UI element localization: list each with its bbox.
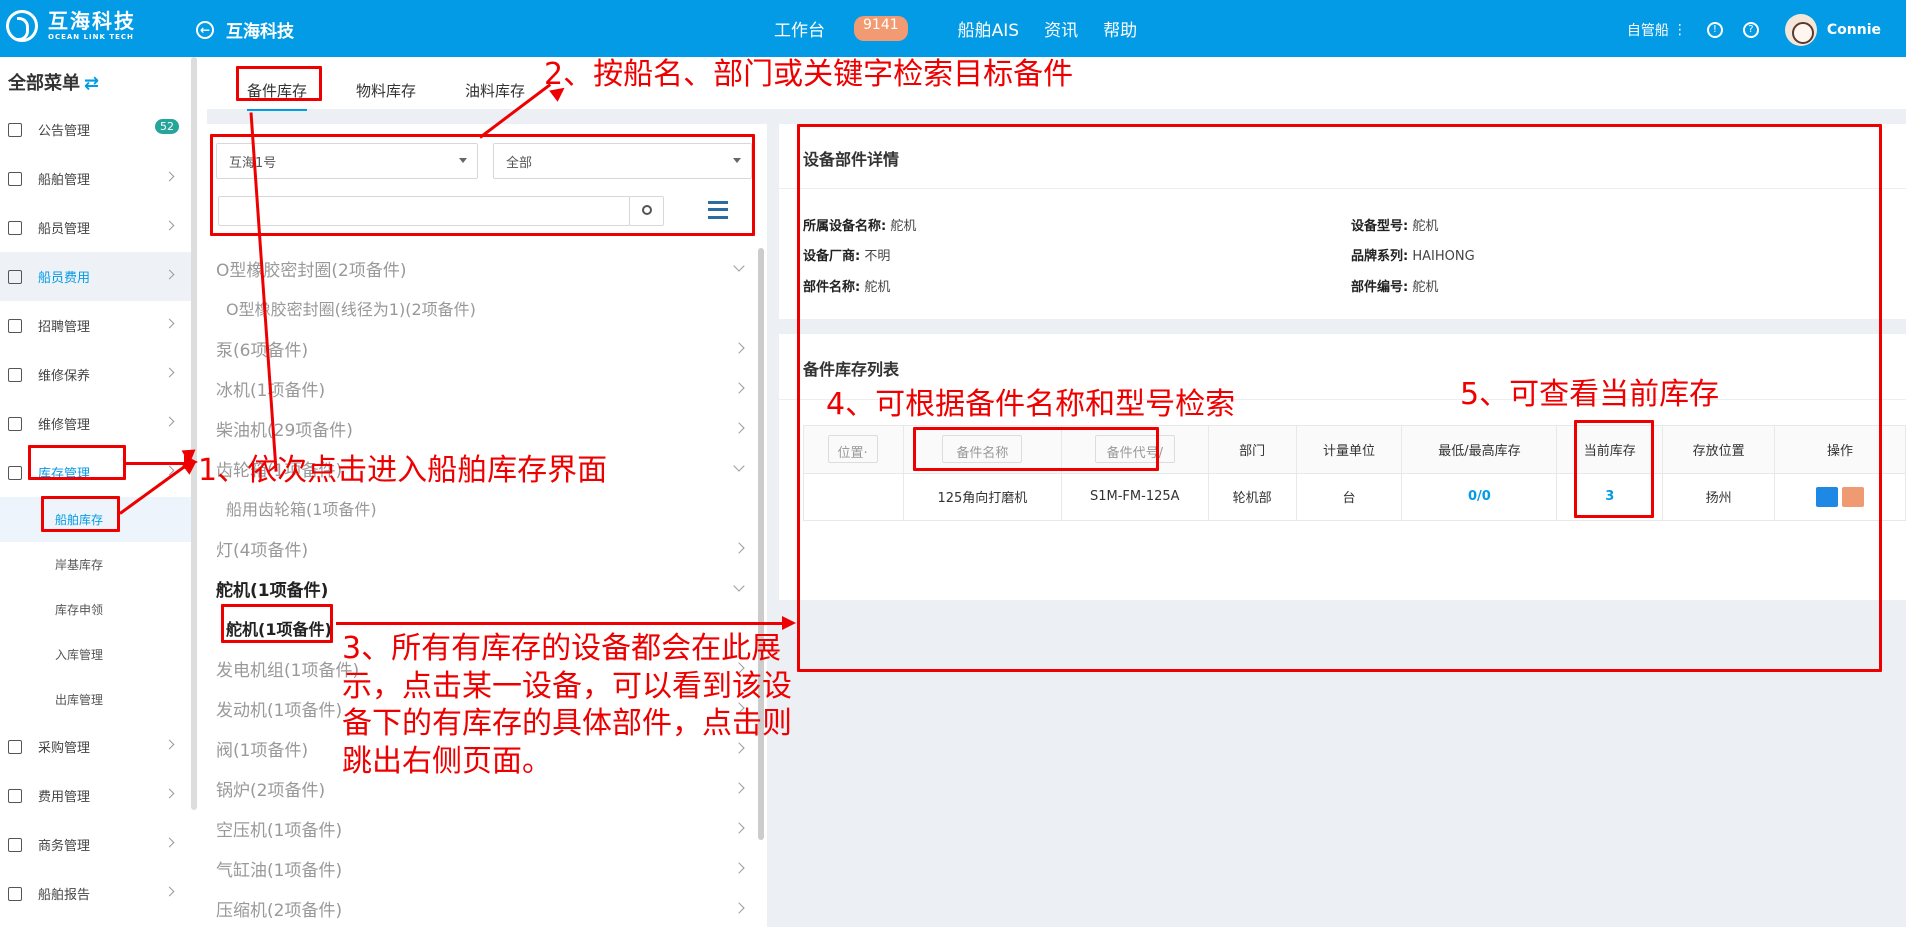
tree-item[interactable]: 柴油机(29项备件) (216, 416, 353, 441)
tree-item[interactable]: 空压机(1项备件) (216, 816, 342, 841)
switch-icon[interactable]: ⇄ (84, 73, 99, 94)
annotation-box-tab (236, 66, 322, 101)
annotation-box-stock (1574, 420, 1654, 518)
tree-item[interactable]: 阀(1项备件) (216, 736, 308, 761)
sidebar-item-announcements[interactable]: 公告管理 52 (0, 105, 197, 154)
chevron-right-icon (164, 837, 175, 848)
annotation-arrowhead (782, 616, 796, 630)
nav-help[interactable]: 帮助 (1103, 16, 1137, 41)
nav-workbench[interactable]: 工作台 (774, 16, 825, 41)
avatar[interactable] (1784, 14, 1817, 46)
annotation-box-filter (913, 427, 1159, 471)
back-label: 互海科技 (226, 22, 294, 42)
tab-oil[interactable]: 油料库存 (465, 80, 525, 101)
tree-item[interactable]: 泵(6项备件) (216, 336, 308, 361)
logo-text-en: OCEAN LINK TECH (48, 33, 134, 41)
wallet-icon (8, 269, 22, 284)
annotation-box-search (210, 134, 755, 236)
nav-ship-ais[interactable]: 船舶AIS (958, 16, 1019, 41)
annotation-arrow-line (336, 622, 784, 625)
logo[interactable]: 互海科技 OCEAN LINK TECH (6, 10, 136, 42)
back-arrow-icon: ← (196, 20, 214, 39)
tree-item[interactable]: 舵机(1项备件) (216, 576, 328, 601)
tree-item[interactable]: 船用齿轮箱(1项备件) (226, 496, 377, 520)
chevron-right-icon (164, 318, 175, 329)
tree-item[interactable]: 气缸油(1项备件) (216, 856, 342, 881)
subitem-stock-in[interactable]: 入库管理 (0, 632, 197, 677)
anchor-icon (8, 171, 22, 186)
annotation-box-inventory (28, 445, 126, 480)
chevron-right-icon (164, 739, 175, 750)
tree-item[interactable]: 锅炉(2项备件) (216, 776, 325, 801)
annotation-step-1: 1、依次点击进入船舶库存界面 (198, 453, 608, 488)
annotation-step-5: 5、可查看当前库存 (1460, 377, 1720, 412)
bell-icon[interactable]: ! (1706, 22, 1723, 38)
sidebar-item-maintenance[interactable]: 维修保养 (0, 350, 197, 399)
person-icon (8, 318, 22, 333)
help-icon[interactable]: ? (1742, 22, 1759, 38)
sidebar-item-reports[interactable]: 船舶报告 (0, 869, 197, 918)
chevron-right-icon (164, 269, 175, 280)
more-vertical-icon[interactable]: ⋮ (1673, 22, 1687, 38)
all-menu-heading: 全部菜单 ⇄ (8, 73, 100, 94)
sidebar-item-repair[interactable]: 维修管理 (0, 399, 197, 448)
annotation-step-3: 3、所有有库存的设备都会在此展示，点击某一设备，可以看到该设备下的有库存的具体部… (342, 631, 792, 779)
workbench-count-badge[interactable]: 9141 (854, 16, 908, 41)
user-name[interactable]: Connie (1827, 22, 1881, 38)
role-selector[interactable]: 自管船 (1627, 20, 1669, 40)
wrench-icon (8, 416, 22, 431)
sidebar-item-crew[interactable]: 船员管理 (0, 203, 197, 252)
sidebar-item-purchase[interactable]: 采购管理 (0, 722, 197, 771)
chevron-right-icon (164, 220, 175, 231)
chevron-right-icon (164, 416, 175, 427)
announcement-count-badge: 52 (155, 119, 179, 134)
notice-icon (8, 122, 22, 137)
person-icon (8, 220, 22, 235)
top-right-tools: 自管船 ⋮ ! ? Connie (1627, 14, 1881, 46)
database-icon (8, 788, 22, 803)
tool-icon (8, 367, 22, 382)
sidebar-scrollbar[interactable] (191, 57, 197, 810)
annotation-box-rudder (221, 604, 333, 643)
home-icon (8, 465, 22, 480)
sidebar-item-crew-costs[interactable]: 船员费用 (0, 252, 197, 301)
equipment-tree-panel (207, 124, 767, 927)
top-navigation: 工作台 9141 船舶AIS 资讯 帮助 (774, 16, 1162, 41)
sidebar: 全部菜单 ⇄ 公告管理 52 船舶管理 船员管理 船员费用 招聘管理 维修保养 维修… (0, 57, 197, 927)
tree-item[interactable]: 发动机(1项备件) (216, 696, 342, 721)
logo-icon (6, 10, 38, 42)
sidebar-item-ships[interactable]: 船舶管理 (0, 154, 197, 203)
tree-item[interactable]: 压缩机(2项备件) (216, 896, 342, 921)
cart-icon (8, 739, 22, 754)
subitem-shore-inventory[interactable]: 岸基库存 (0, 542, 197, 587)
sidebar-item-costs[interactable]: 费用管理 (0, 771, 197, 820)
annotation-step-4: 4、可根据备件名称和型号检索 (826, 387, 1236, 422)
sidebar-item-recruitment[interactable]: 招聘管理 (0, 301, 197, 350)
sidebar-item-business[interactable]: 商务管理 (0, 820, 197, 869)
chevron-right-icon (164, 886, 175, 897)
chevron-right-icon (164, 367, 175, 378)
subitem-stock-out[interactable]: 出库管理 (0, 677, 197, 722)
annotation-step-2: 2、按船名、部门或关键字检索目标备件 (544, 57, 1074, 92)
subitem-inventory-request[interactable]: 库存申领 (0, 587, 197, 632)
top-bar: 互海科技 OCEAN LINK TECH ← 互海科技 工作台 9141 船舶A… (0, 0, 1906, 57)
logo-text-cn: 互海科技 (48, 9, 136, 33)
tree-item[interactable]: 发电机组(1项备件) (216, 656, 359, 681)
back-button[interactable]: ← 互海科技 (196, 17, 294, 42)
chevron-right-icon (164, 788, 175, 799)
tab-materials[interactable]: 物料库存 (356, 80, 416, 101)
calendar-icon (8, 886, 22, 901)
tree-item[interactable]: O型橡胶密封圈(2项备件) (216, 256, 406, 281)
annotation-box-ship-inventory (41, 496, 120, 532)
nav-news[interactable]: 资讯 (1044, 16, 1078, 41)
tree-item[interactable]: 灯(4项备件) (216, 536, 308, 561)
globe-icon (8, 837, 22, 852)
chevron-right-icon (164, 171, 175, 182)
